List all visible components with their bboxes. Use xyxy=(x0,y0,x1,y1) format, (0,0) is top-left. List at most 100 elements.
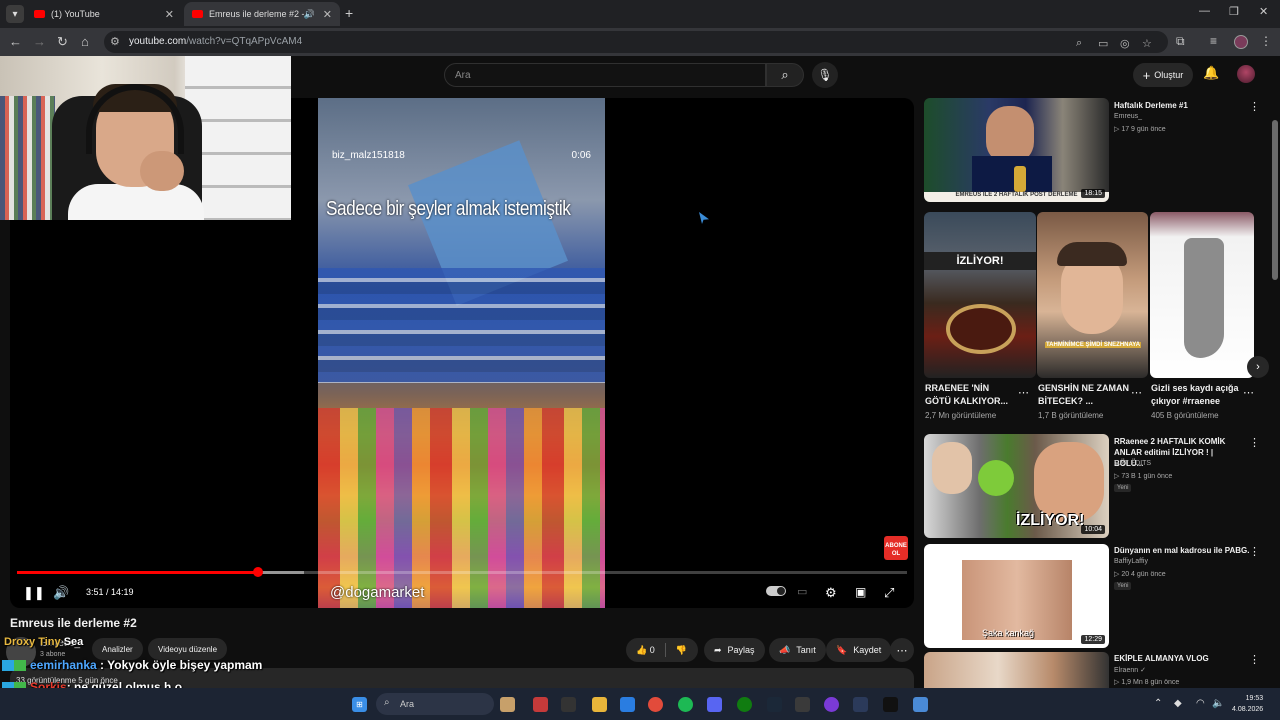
windows-start-icon[interactable]: ⊞ xyxy=(352,697,367,712)
reload-icon[interactable]: ↻ xyxy=(57,34,68,50)
forward-icon[interactable]: → xyxy=(33,34,46,49)
more-options-icon[interactable]: ⋮ xyxy=(1249,436,1260,449)
tab-search-button[interactable]: ▾ xyxy=(6,5,24,23)
close-tab-icon[interactable]: ✕ xyxy=(323,8,332,21)
channel-avatar[interactable] xyxy=(6,637,36,667)
theater-mode-icon[interactable]: ▣ xyxy=(855,585,866,599)
app-icon[interactable] xyxy=(824,697,839,712)
more-actions-icon[interactable]: ⋯ xyxy=(890,638,914,662)
taskbar-clock[interactable]: 19:53 4.08.2026 xyxy=(1232,693,1263,715)
more-options-icon[interactable]: ⋯ xyxy=(1131,386,1142,399)
discord-icon[interactable] xyxy=(707,697,722,712)
related-thumbnail[interactable]: İZLİYOR! 10:04 xyxy=(924,434,1109,538)
new-tab-button[interactable]: + xyxy=(345,5,353,21)
spotify-icon[interactable] xyxy=(678,697,693,712)
share-button[interactable]: ➦ Paylaş xyxy=(704,638,765,662)
related-channel[interactable]: BaffiyLaffiy xyxy=(1114,558,1148,565)
save-button[interactable]: 🔖 Kaydet xyxy=(826,638,892,662)
fullscreen-icon[interactable]: ⤢ xyxy=(884,585,894,601)
search-button[interactable]: ⌕ xyxy=(766,63,804,87)
tray-chevron-icon[interactable]: ⌃ xyxy=(1154,698,1162,709)
browser-menu-icon[interactable]: ⋮ xyxy=(1260,34,1272,48)
short-title[interactable]: Gizli ses kaydı açığa çıkıyor #rraenee xyxy=(1151,382,1243,408)
minimize-icon[interactable]: — xyxy=(1199,5,1210,17)
description-box[interactable] xyxy=(10,668,914,688)
speaker-icon[interactable]: 🔊 xyxy=(304,9,315,20)
short-thumbnail[interactable] xyxy=(1150,212,1254,378)
related-title[interactable]: EKİPLE ALMANYA VLOG xyxy=(1114,653,1244,664)
volume-tray-icon[interactable]: 🔈 xyxy=(1212,698,1224,709)
progress-scrubber[interactable] xyxy=(253,567,264,577)
tray-app-icon[interactable]: ◆ xyxy=(1174,698,1182,709)
analytics-button[interactable]: Analizler xyxy=(92,638,143,660)
more-options-icon[interactable]: ⋯ xyxy=(1243,386,1254,399)
page-scrollbar[interactable] xyxy=(1272,120,1278,280)
channel-name[interactable]: Emreus_ xyxy=(40,638,80,649)
file-explorer-icon[interactable] xyxy=(592,697,607,712)
widget-icon[interactable] xyxy=(500,697,515,712)
promote-button[interactable]: 📣 Tanıt xyxy=(769,638,826,662)
app-icon[interactable] xyxy=(533,697,548,712)
edit-video-button[interactable]: Videoyu düzenle xyxy=(148,638,228,660)
wifi-icon[interactable]: ◠ xyxy=(1196,698,1205,709)
autoplay-toggle[interactable] xyxy=(766,586,786,596)
close-window-icon[interactable]: ✕ xyxy=(1259,5,1268,18)
settings-gear-icon[interactable]: ⚙ xyxy=(825,585,837,601)
cast-icon[interactable]: ▭ xyxy=(1098,37,1108,50)
site-info-icon[interactable]: ⚙ xyxy=(110,35,120,48)
app-icon[interactable] xyxy=(795,697,810,712)
pause-icon[interactable]: ❚❚ xyxy=(23,585,45,601)
related-channel[interactable]: Elraenn ✓ xyxy=(1114,666,1146,674)
related-thumbnail[interactable] xyxy=(924,652,1109,688)
more-options-icon[interactable]: ⋯ xyxy=(1018,386,1029,399)
browser-profile-avatar[interactable] xyxy=(1234,35,1248,49)
like-button[interactable]: 👍 0 xyxy=(636,645,655,656)
extensions-icon[interactable]: ⧉ xyxy=(1176,34,1185,49)
short-thumbnail[interactable]: İZLİYOR! xyxy=(924,212,1036,378)
epic-games-icon[interactable] xyxy=(883,697,898,712)
app-icon[interactable] xyxy=(853,697,868,712)
related-channel[interactable]: Emreus_ xyxy=(1114,113,1142,120)
notifications-bell-icon[interactable]: 🔔 xyxy=(1203,65,1219,81)
related-channel[interactable]: GRT EDITS xyxy=(1114,460,1151,467)
shorts-next-arrow-icon[interactable]: › xyxy=(1247,356,1269,378)
media-control-icon[interactable]: ≡ xyxy=(1210,34,1217,48)
home-icon[interactable]: ⌂ xyxy=(81,34,89,49)
voice-search-button[interactable]: 🎙 xyxy=(812,62,838,88)
subtitles-icon[interactable]: ▭ xyxy=(797,585,807,598)
subscribe-watermark-button[interactable]: ABONE OL xyxy=(884,536,908,560)
more-options-icon[interactable]: ⋮ xyxy=(1249,545,1260,558)
xbox-icon[interactable] xyxy=(737,697,752,712)
edge-icon[interactable] xyxy=(620,697,635,712)
taskbar-search[interactable]: ⌕ Ara xyxy=(376,693,494,715)
short-thumbnail[interactable]: TAHMİNİMCE ŞİMDİ SNEZHNAYA xyxy=(1037,212,1148,378)
steam-icon[interactable] xyxy=(767,697,782,712)
dislike-button[interactable]: 👎 xyxy=(676,645,687,656)
zoom-icon[interactable]: ⌕ xyxy=(1076,37,1082,50)
create-button[interactable]: + Oluştur xyxy=(1133,63,1193,87)
account-avatar[interactable] xyxy=(1237,65,1255,83)
volume-icon[interactable]: 🔊 xyxy=(53,585,69,601)
short-title[interactable]: GENSHİN NE ZAMAN BİTECEK? ... xyxy=(1038,382,1130,408)
divider xyxy=(664,643,666,657)
progress-bar[interactable] xyxy=(17,567,907,577)
url-bar[interactable]: ⚙ youtube.com/watch?v=QTqAPpVcAM4 ⌕ ▭ ◎ … xyxy=(104,31,1168,53)
related-title[interactable]: Haftalık Derleme #1 xyxy=(1114,100,1244,111)
bookmark-star-icon[interactable]: ☆ xyxy=(1142,37,1152,50)
app-icon[interactable] xyxy=(561,697,576,712)
search-input[interactable]: Ara xyxy=(444,63,766,87)
related-title[interactable]: Dünyanın en mal kadrosu ile PABG. xyxy=(1114,545,1250,556)
browser-tab-video[interactable]: Emreus ile derleme #2 - Yo 🔊 ✕ xyxy=(184,2,340,26)
chrome-icon[interactable] xyxy=(648,697,663,712)
restore-icon[interactable]: ❐ xyxy=(1229,5,1239,18)
more-options-icon[interactable]: ⋮ xyxy=(1249,100,1260,113)
short-title[interactable]: RRAENEE 'NİN GÖTÜ KALKIYOR... xyxy=(925,382,1017,408)
app-icon[interactable] xyxy=(913,697,928,712)
back-icon[interactable]: ← xyxy=(9,34,22,49)
close-tab-icon[interactable]: ✕ xyxy=(165,8,174,21)
related-thumbnail[interactable]: Şaka kankağ 12:29 xyxy=(924,544,1109,648)
related-thumbnail[interactable]: EMREUS İLE 2 HAFTALIK POST DERLEME 18:15 xyxy=(924,98,1109,202)
more-options-icon[interactable]: ⋮ xyxy=(1249,653,1260,666)
browser-tab-youtube[interactable]: (1) YouTube ✕ xyxy=(26,2,182,26)
eye-off-icon[interactable]: ◎ xyxy=(1120,37,1130,50)
